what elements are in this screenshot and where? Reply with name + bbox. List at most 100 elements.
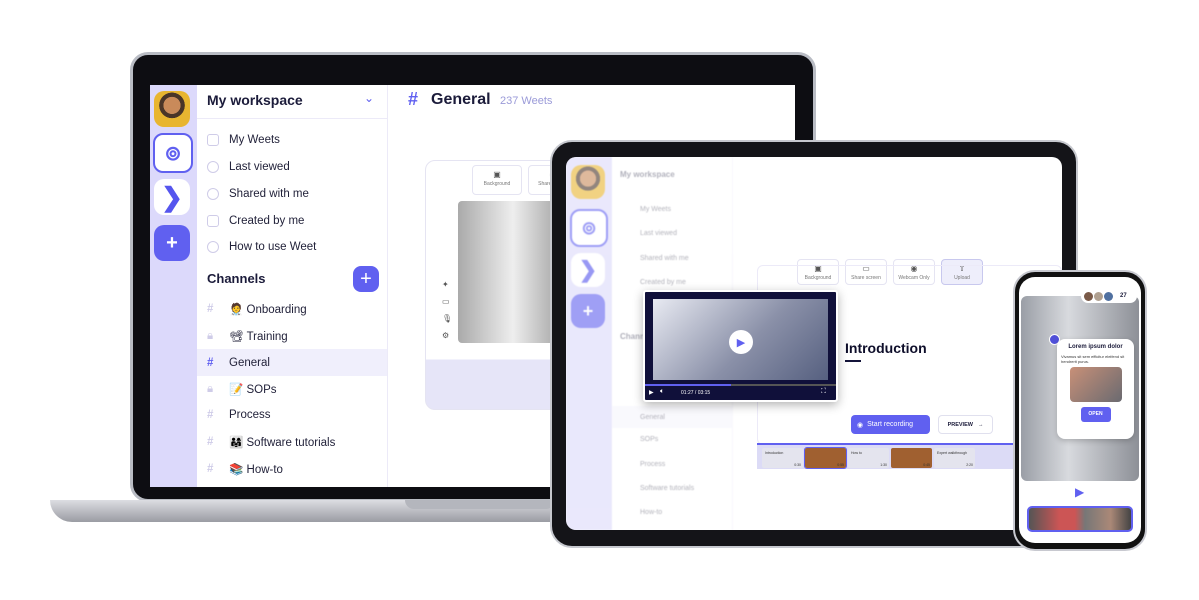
mic-icon[interactable]: 🎙︎ bbox=[442, 310, 452, 327]
channel-sops[interactable]: 🔒︎ 📝 SOPs bbox=[207, 382, 277, 397]
thumb-title: Expert walkthrough bbox=[937, 451, 967, 455]
current-time: 01:27 bbox=[681, 390, 694, 396]
workspace-name[interactable]: My workspace bbox=[620, 170, 675, 179]
video-player[interactable]: ▶ ▶ 🔈︎ 01:27 / 03:15 ⛶ bbox=[643, 290, 838, 402]
channel-item[interactable]: Process bbox=[640, 461, 665, 468]
thumb-title: How to bbox=[851, 451, 862, 455]
play-app-icon[interactable]: ❯ bbox=[154, 179, 190, 215]
arrow-right-icon: → bbox=[977, 421, 984, 428]
nav-how-to-use[interactable]: How to use Weet bbox=[207, 241, 316, 253]
filmstrip-thumb[interactable]: 0:55 bbox=[804, 447, 847, 469]
nav-label: How to use Weet bbox=[229, 241, 317, 253]
nav-my-weets[interactable]: My Weets bbox=[207, 134, 280, 146]
hash-icon: # bbox=[207, 463, 214, 475]
phone-screen: 27 Lorem ipsum dolor Vivamus sit sem eff… bbox=[1019, 277, 1141, 543]
filmstrip-thumb[interactable]: Introduction 0:30 bbox=[762, 448, 803, 468]
play-icon[interactable]: ▶ bbox=[729, 330, 753, 354]
card-image bbox=[1069, 367, 1122, 402]
button-label: Start recording bbox=[867, 421, 914, 428]
channel-item[interactable]: How-to bbox=[640, 509, 662, 516]
start-recording-button[interactable]: ◉ Start recording bbox=[851, 415, 930, 434]
avatar[interactable] bbox=[154, 91, 190, 127]
clock-icon bbox=[207, 161, 219, 173]
preview-button[interactable]: PREVIEW → bbox=[938, 415, 993, 434]
magic-wand-icon[interactable]: ✦ bbox=[442, 276, 452, 293]
nav-item[interactable]: Created by me bbox=[640, 279, 686, 286]
channel-title: General bbox=[431, 91, 491, 108]
background-icon: ▣ bbox=[493, 170, 501, 179]
nav-label: My Weets bbox=[229, 134, 280, 146]
hash-icon: # bbox=[207, 356, 214, 369]
channel-label: 🧑‍⚕️ Onboarding bbox=[229, 304, 307, 316]
nav-label: Shared with me bbox=[229, 188, 309, 200]
nav-item[interactable]: Shared with me bbox=[640, 255, 689, 262]
nav-label: Last viewed bbox=[229, 161, 290, 173]
nav-shared-with-me[interactable]: Shared with me bbox=[207, 188, 309, 200]
channels-heading: Channels bbox=[207, 271, 266, 286]
video-icon bbox=[207, 134, 219, 146]
tool-label: Background bbox=[483, 181, 511, 187]
slide-heading: Introduction bbox=[845, 340, 927, 356]
filmstrip-thumb[interactable]: 0:45 bbox=[891, 448, 932, 468]
filmstrip-thumb[interactable]: Expert walkthrough 2:20 bbox=[934, 448, 975, 468]
volume-icon[interactable]: 🔈︎ bbox=[660, 388, 664, 396]
channel-onboarding[interactable]: # 🧑‍⚕️ Onboarding bbox=[207, 302, 307, 316]
hash-icon: # bbox=[408, 89, 419, 109]
hash-icon: # bbox=[207, 409, 214, 421]
channel-process[interactable]: # Process bbox=[207, 409, 271, 421]
hash-icon: # bbox=[207, 303, 214, 315]
chevron-down-icon[interactable]: ⌄ bbox=[364, 91, 374, 105]
add-workspace-button[interactable]: + bbox=[571, 294, 605, 328]
channel-general[interactable]: General bbox=[612, 406, 732, 428]
hotspot-card: Lorem ipsum dolor Vivamus sit sem effici… bbox=[1057, 339, 1134, 439]
thumb-time: 0:45 bbox=[923, 463, 930, 467]
workspace-name[interactable]: My workspace bbox=[207, 92, 303, 108]
add-workspace-button[interactable]: + bbox=[154, 225, 190, 261]
divider bbox=[197, 118, 387, 119]
play-app-icon[interactable]: ❯ bbox=[571, 253, 605, 287]
channel-label: 📚 How-to bbox=[229, 464, 283, 476]
channel-label: General bbox=[229, 356, 270, 369]
viewers-badge: 27 bbox=[1081, 289, 1137, 303]
app-rail: ⊚ ❯ + bbox=[150, 85, 197, 487]
app-rail: ⊚ ❯ + bbox=[566, 157, 612, 530]
nav-last-viewed[interactable]: Last viewed bbox=[207, 161, 290, 173]
tablet-screen: ⊚ ❯ + My workspace My Weets Last viewed … bbox=[566, 157, 1062, 530]
weet-logo-icon[interactable]: ⊚ bbox=[153, 133, 193, 173]
trim-timeline[interactable] bbox=[1027, 506, 1133, 532]
nav-label: Created by me bbox=[229, 215, 305, 227]
lock-icon: 🔒︎ bbox=[207, 329, 214, 342]
channel-general[interactable]: # General bbox=[197, 349, 387, 376]
nav-created-by-me[interactable]: Created by me bbox=[207, 215, 304, 227]
channel-item[interactable]: SOPs bbox=[640, 436, 658, 443]
record-icon: ◉ bbox=[857, 421, 864, 429]
nav-item[interactable]: My Weets bbox=[640, 206, 671, 213]
play-icon[interactable]: ▶ bbox=[1075, 485, 1084, 499]
channel-label: 📝 SOPs bbox=[229, 384, 277, 396]
nav-item[interactable]: Last viewed bbox=[640, 230, 677, 237]
play-icon[interactable]: ▶ bbox=[649, 389, 654, 396]
channel-label: 📽 Training bbox=[229, 331, 288, 343]
channel-training[interactable]: 🔒︎ 📽 Training bbox=[207, 329, 288, 344]
channel-how-to[interactable]: # 📚 How-to bbox=[207, 462, 283, 476]
card-title: Lorem ipsum dolor bbox=[1068, 344, 1123, 350]
viewer-avatar bbox=[1104, 291, 1113, 301]
avatar[interactable] bbox=[571, 165, 605, 199]
settings-icon[interactable]: ⚙ bbox=[442, 327, 452, 344]
heading-underline bbox=[845, 360, 861, 362]
filmstrip-thumb[interactable]: How to 1:30 bbox=[848, 448, 889, 468]
video-progress-track[interactable] bbox=[645, 384, 836, 386]
user-card-icon bbox=[207, 215, 219, 227]
card-text: Vivamus sit sem efficitur eleifend sit h… bbox=[1061, 354, 1125, 364]
fullscreen-icon[interactable]: ⛶ bbox=[821, 388, 826, 396]
video-time: 01:27 / 03:15 bbox=[681, 390, 711, 396]
open-button[interactable]: OPEN bbox=[1080, 407, 1111, 422]
weet-logo-icon[interactable]: ⊚ bbox=[570, 209, 608, 247]
camera-icon[interactable]: ▭ bbox=[442, 293, 452, 310]
channel-label: 👨‍👩‍👧 Software tutorials bbox=[229, 437, 336, 449]
channel-software-tutorials[interactable]: # 👨‍👩‍👧 Software tutorials bbox=[207, 435, 335, 449]
viewer-avatar bbox=[1094, 291, 1103, 301]
background-button[interactable]: ▣ Background bbox=[472, 165, 522, 195]
add-channel-button[interactable]: + bbox=[353, 266, 379, 292]
channel-item[interactable]: Software tutorials bbox=[640, 485, 694, 492]
